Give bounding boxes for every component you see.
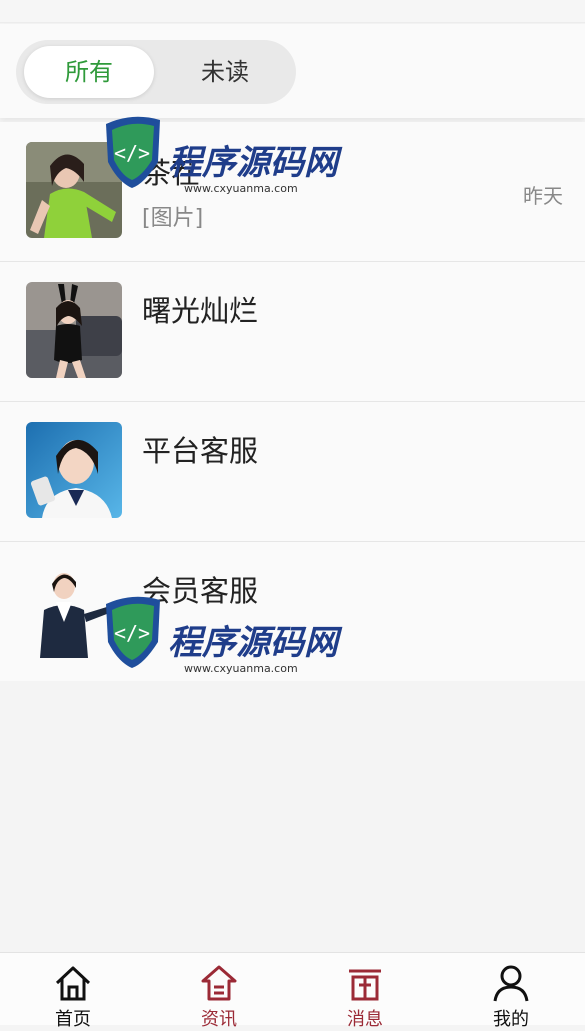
- tab-news[interactable]: 资讯: [146, 953, 292, 1030]
- message-icon: [349, 969, 381, 1001]
- avatar: [26, 422, 122, 518]
- tab-news-label: 资讯: [201, 1009, 237, 1030]
- filter-bar: 所有 未读: [0, 24, 585, 118]
- conversation-row[interactable]: 茶茬 [图片] 昨天: [0, 122, 585, 262]
- tab-me[interactable]: 我的: [438, 953, 584, 1030]
- tab-messages-label: 消息: [347, 1009, 383, 1030]
- tab-home[interactable]: 首页: [0, 953, 146, 1030]
- conversation-name: 曙光灿烂: [142, 294, 259, 328]
- conversation-name: 会员客服: [142, 574, 259, 608]
- avatar: [26, 282, 122, 378]
- filter-all-tab[interactable]: 所有: [24, 46, 154, 98]
- home-icon: [55, 966, 91, 1001]
- avatar: [26, 142, 122, 238]
- conversation-row[interactable]: 平台客服: [0, 402, 585, 542]
- tab-messages[interactable]: 消息: [292, 953, 438, 1030]
- top-strip: [0, 0, 585, 23]
- conversation-row[interactable]: 会员客服: [0, 542, 585, 681]
- tab-me-label: 我的: [493, 1009, 529, 1030]
- conversation-time: 昨天: [523, 184, 563, 208]
- conversation-name: 茶茬: [142, 156, 201, 190]
- news-icon: [201, 965, 237, 1001]
- conversation-name: 平台客服: [142, 434, 259, 468]
- filter-segment: 所有 未读: [16, 40, 296, 104]
- bottom-tab-bar: 首页 资讯 消息 我的: [0, 952, 585, 1030]
- filter-unread-tab[interactable]: 未读: [158, 46, 292, 98]
- conversation-preview: [图片]: [142, 206, 204, 231]
- user-icon: [493, 965, 529, 1002]
- conversation-list: 茶茬 [图片] 昨天 曙光灿烂 平台客服 会员客服: [0, 122, 585, 681]
- tab-home-label: 首页: [55, 1009, 91, 1030]
- conversation-row[interactable]: 曙光灿烂: [0, 262, 585, 402]
- avatar: [26, 562, 122, 658]
